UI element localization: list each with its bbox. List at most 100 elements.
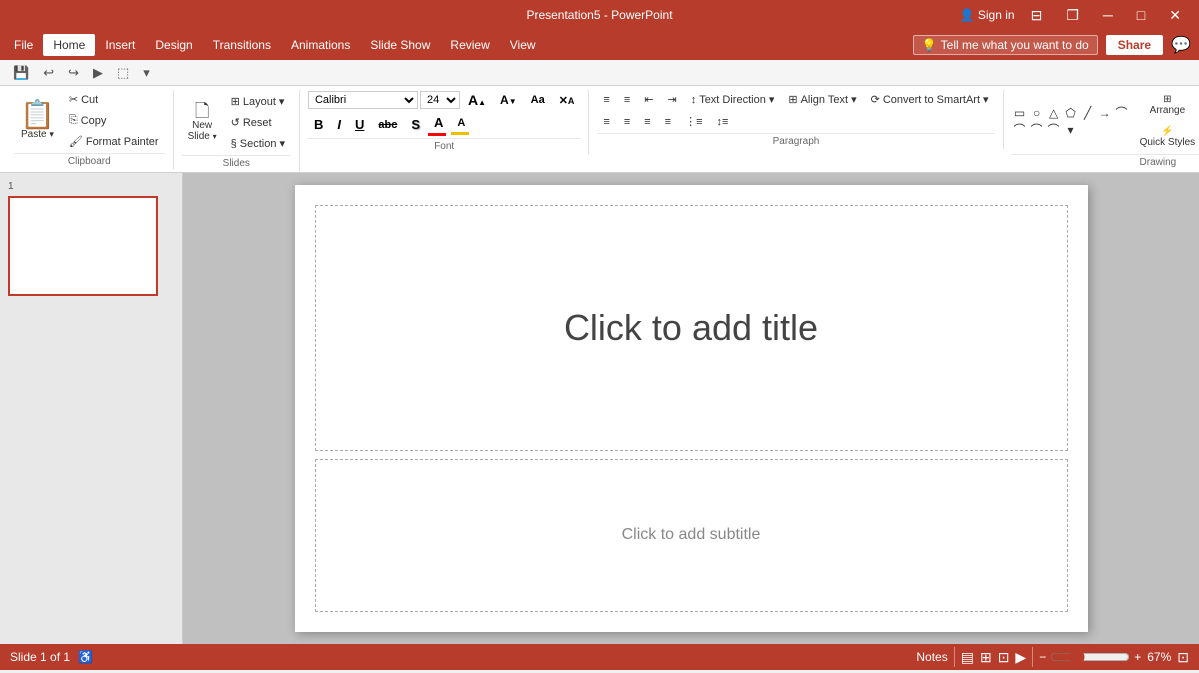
zoom-out-icon[interactable]: − [1039,650,1046,664]
shape-arc2[interactable]: ⌒ [1012,122,1028,138]
italic-button[interactable]: I [331,115,347,134]
clear-formatting-button[interactable]: ✕A [553,92,581,109]
zoom-slider[interactable] [1050,649,1130,665]
lightbulb-icon: 💡 [922,38,937,52]
shadow-button[interactable]: S [405,115,426,134]
section-button[interactable]: § Section ▾ [225,134,291,153]
align-right-button[interactable]: ≡ [638,113,656,131]
decrease-indent-button[interactable]: ⇤ [638,90,659,109]
minimize-btn[interactable]: ─ [1095,7,1121,23]
slide-title-area[interactable]: Click to add title [315,205,1068,451]
quick-styles-button[interactable]: ⚡ Quick Styles [1134,122,1199,152]
clipboard-group: 📋 Paste ▾ ✂ Cut ⎘ Copy 🖌 Forma [6,90,174,169]
font-color-bar [428,133,446,136]
share-button[interactable]: Share [1106,35,1163,55]
slides-group: 🗋 NewSlide ▾ ⊞ Layout ▾ ↺ Reset § Sectio… [174,90,300,171]
reading-view-button[interactable]: ⊡ [998,649,1010,666]
slide-subtitle-placeholder: Click to add subtitle [622,526,761,544]
font-color-button[interactable]: A [428,113,449,132]
font-group: Calibri 24 A▲ A▼ Aa ✕A B I U abc S [300,90,589,154]
underline-button[interactable]: U [349,115,370,134]
slides-row: 🗋 NewSlide ▾ ⊞ Layout ▾ ↺ Reset § Sectio… [182,90,291,153]
justify-button[interactable]: ≡ [659,113,677,131]
comment-icon[interactable]: 💬 [1167,35,1195,55]
slide-subtitle-area[interactable]: Click to add subtitle [315,459,1068,612]
menu-insert[interactable]: Insert [95,34,145,56]
menu-slideshow[interactable]: Slide Show [360,34,440,56]
line-spacing-button[interactable]: ↕≡ [711,113,735,131]
shape-triangle[interactable]: △ [1046,105,1062,121]
paste-button[interactable]: 📋 Paste ▾ [14,97,61,144]
arrange-button[interactable]: ⊞ Arrange [1134,90,1199,120]
menu-view[interactable]: View [500,34,546,56]
undo-button[interactable]: ↩ [38,62,59,84]
layout-icon: ⊞ [231,95,240,108]
shape-arc4[interactable]: ⌒ [1046,122,1062,138]
sign-in-button[interactable]: 👤 Sign in [960,8,1015,22]
menu-file[interactable]: File [4,34,43,56]
layout-button[interactable]: ⊞ Layout ▾ [225,92,291,111]
zoom-level[interactable]: 67% [1147,650,1171,664]
new-slide-button[interactable]: 🗋 NewSlide ▾ [182,98,223,146]
shape-line[interactable]: ╱ [1080,105,1096,121]
paragraph-group: ≡ ≡ ⇤ ⇥ ↕ Text Direction ▾ ⊞ Align Text … [589,90,1003,149]
numbered-list-button[interactable]: ≡ [618,91,636,109]
zoom-in-icon[interactable]: + [1134,650,1141,664]
slide-sorter-button[interactable]: ⊞ [980,649,992,666]
convert-to-smartart-button[interactable]: ⟳ Convert to SmartArt ▾ [865,90,995,109]
maximize-btn[interactable]: □ [1129,7,1153,23]
font-size-select[interactable]: 24 [420,91,460,109]
close-btn[interactable]: ✕ [1161,7,1189,24]
shape-arc1[interactable]: ⌒ [1114,105,1130,121]
shape-arc3[interactable]: ⌒ [1029,122,1045,138]
font-row1: Calibri 24 A▲ A▼ Aa ✕A [308,90,580,110]
menu-transitions[interactable]: Transitions [203,34,281,56]
status-divider1 [954,647,955,667]
text-direction-button[interactable]: ↕ Text Direction ▾ [685,90,781,109]
menu-review[interactable]: Review [440,34,499,56]
save-button[interactable]: 💾 [8,62,34,84]
normal-view-button[interactable]: ▤ [961,649,974,666]
ribbon-display-btn[interactable]: ❐ [1058,7,1087,24]
columns-button[interactable]: ⋮≡ [679,112,708,131]
quick-access-dropdown[interactable]: ▾ [138,62,155,84]
format-painter-button[interactable]: 🖌 Format Painter [63,132,165,151]
bullet-list-button[interactable]: ≡ [597,91,615,109]
shape-more[interactable]: ▾ [1063,122,1079,138]
bold-button[interactable]: B [308,115,329,134]
font-name-select[interactable]: Calibri [308,91,418,109]
search-box[interactable]: 💡 Tell me what you want to do [913,35,1098,55]
decrease-font-button[interactable]: A▼ [494,91,523,109]
highlight-color-button[interactable]: A [451,115,471,131]
shape-pentagon[interactable]: ⬠ [1063,105,1079,121]
center-button[interactable]: ≡ [618,113,636,131]
redo-button[interactable]: ↪ [63,62,84,84]
restore-icon-btn[interactable]: ⊟ [1023,7,1051,24]
menu-animations[interactable]: Animations [281,34,360,56]
reset-icon: ↺ [231,116,240,129]
change-case-button[interactable]: Aa [525,92,551,108]
menu-design[interactable]: Design [145,34,202,56]
customize-quick-access[interactable]: ⬚ [112,62,134,84]
reset-button[interactable]: ↺ Reset [225,113,291,132]
align-left-button[interactable]: ≡ [597,113,615,131]
menu-home[interactable]: Home [43,34,95,56]
accessibility-icon[interactable]: ♿ [78,650,93,664]
notes-button[interactable]: Notes [916,650,947,664]
shape-arrow[interactable]: → [1097,105,1113,121]
increase-indent-button[interactable]: ⇥ [661,90,682,109]
text-direction-icon: ↕ [691,94,697,106]
slide-thumbnail[interactable] [8,196,158,296]
slideshow-button[interactable]: ▶ [1015,649,1026,666]
status-bar: Slide 1 of 1 ♿ Notes ▤ ⊞ ⊡ ▶ − + 67% ⊡ [0,644,1199,670]
shape-rectangle[interactable]: ▭ [1012,105,1028,121]
menu-bar: File Home Insert Design Transitions Anim… [0,30,1199,60]
shape-circle[interactable]: ○ [1029,105,1045,121]
fit-slide-button[interactable]: ⊡ [1177,649,1189,666]
start-presentation-button[interactable]: ▶ [88,62,108,84]
increase-font-button[interactable]: A▲ [462,90,492,110]
align-text-button[interactable]: ⊞ Align Text ▾ [782,90,862,109]
copy-button[interactable]: ⎘ Copy [63,111,165,130]
cut-button[interactable]: ✂ Cut [63,90,165,109]
strikethrough-button[interactable]: abc [372,117,403,133]
